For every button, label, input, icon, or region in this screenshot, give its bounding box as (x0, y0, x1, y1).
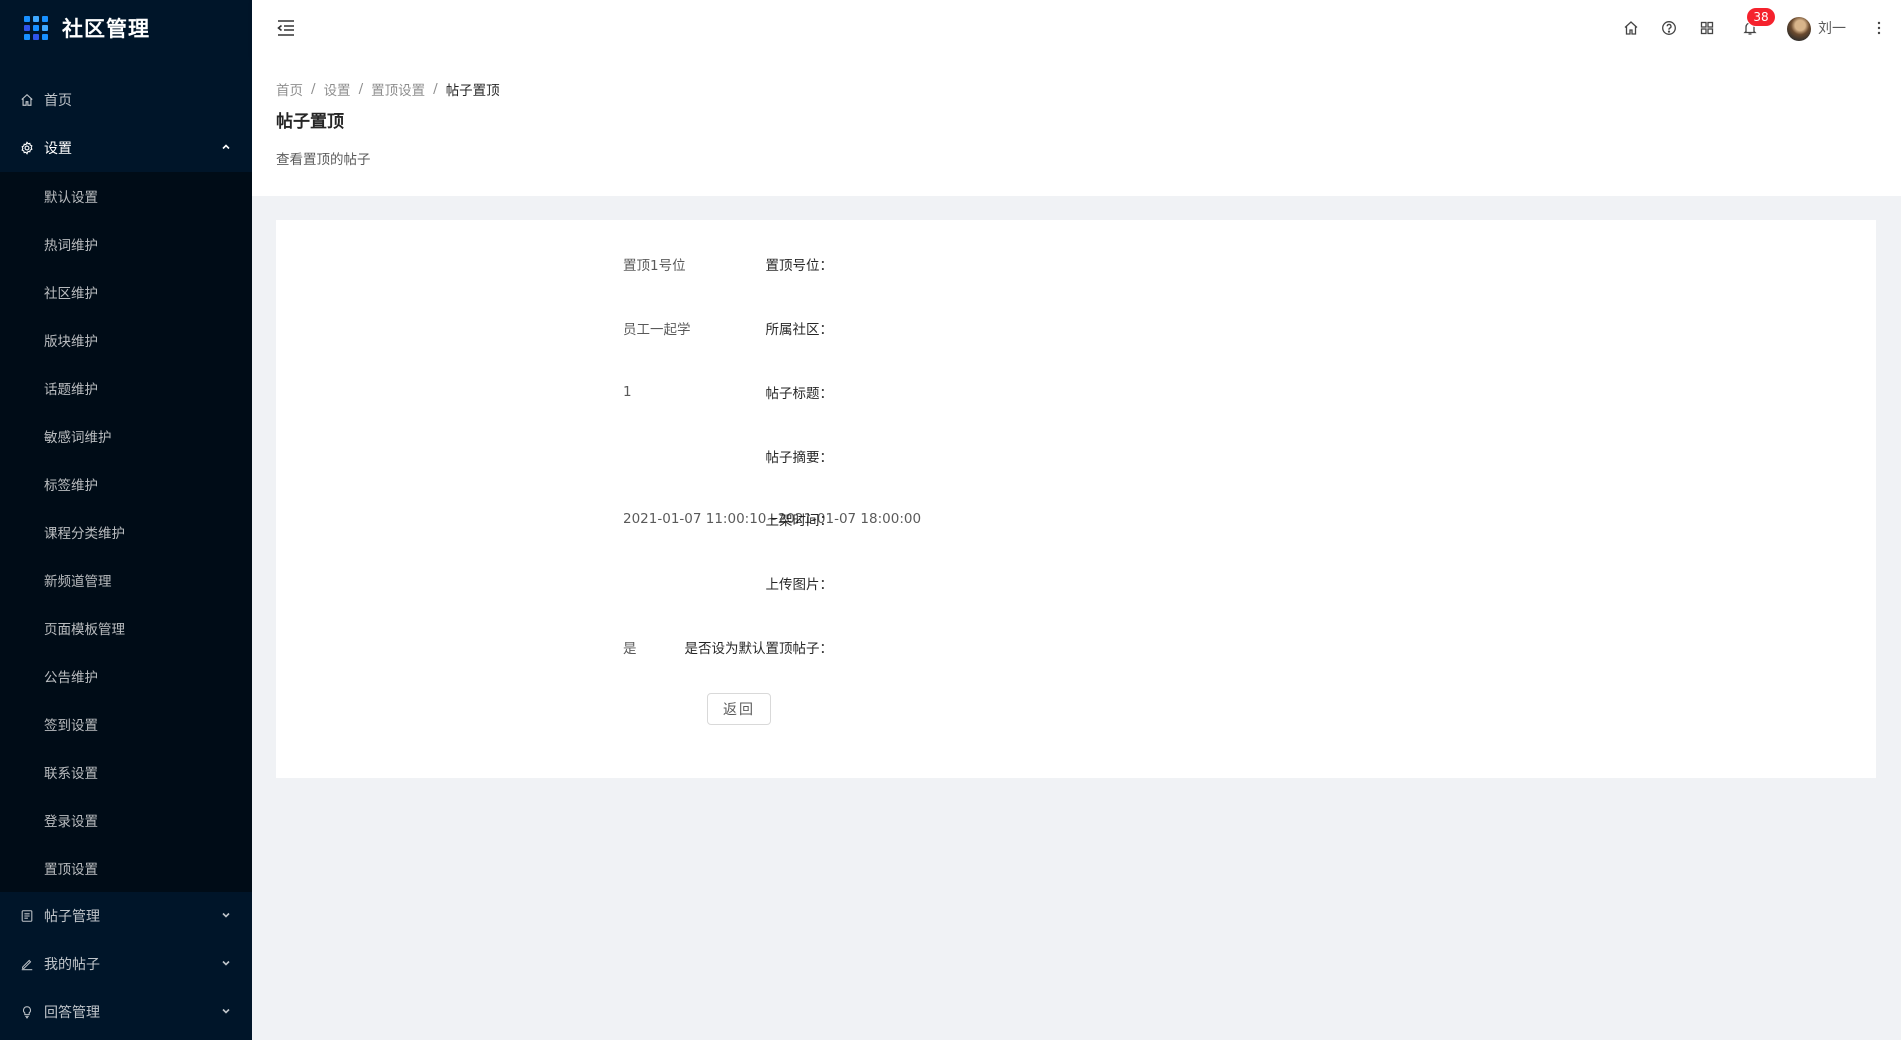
field-row-upload-image: 上传图片： (276, 572, 1876, 594)
home-icon[interactable] (1623, 20, 1639, 36)
file-text-icon (20, 909, 34, 923)
breadcrumb-separator: / (433, 81, 438, 97)
field-label: 所属社区： (765, 322, 834, 338)
field-row-default-pin: 是否设为默认置顶帖子： 是 (276, 636, 1876, 658)
detail-card: 置顶号位： 置顶1号位 所属社区： 员工一起学 帖子标题： 1 帖子摘要： 上架… (276, 220, 1876, 778)
top-header: 38 刘一 (252, 0, 1901, 58)
gear-icon (20, 141, 34, 155)
settings-submenu: 默认设置 热词维护 社区维护 版块维护 话题维护 敏感词维护 标签维护 课程分类… (0, 172, 252, 892)
sidebar-item-tags[interactable]: 标签维护 (0, 460, 252, 508)
sidebar: 社区管理 首页 设置 默认设置 热词维护 社区维护 版块维护 话题维护 敏感词维… (0, 0, 252, 1040)
page-description: 查看置顶的帖子 (276, 152, 371, 168)
sidebar-item-hot-words[interactable]: 热词维护 (0, 220, 252, 268)
apps-grid-icon (24, 16, 48, 40)
field-row-post-summary: 帖子摘要： (276, 445, 1876, 467)
question-circle-icon[interactable] (1661, 20, 1677, 36)
chevron-down-icon (220, 909, 232, 921)
field-label: 帖子标题： (765, 386, 834, 402)
bulb-icon (20, 1005, 34, 1019)
sidebar-item-community[interactable]: 社区维护 (0, 268, 252, 316)
breadcrumb-separator: / (311, 81, 316, 97)
breadcrumb-current: 帖子置顶 (445, 83, 500, 99)
sidebar-item-new-channels[interactable]: 新频道管理 (0, 556, 252, 604)
field-value: 2021-01-07 11:00:10~2021-01-07 18:00:00 (623, 511, 922, 527)
page-title: 帖子置顶 (276, 112, 344, 132)
sidebar-item-home[interactable]: 首页 (0, 76, 252, 124)
sidebar-item-label: 首页 (44, 93, 72, 109)
breadcrumb-settings[interactable]: 设置 (324, 79, 351, 99)
sidebar-item-pin-settings[interactable]: 置顶设置 (0, 844, 252, 892)
field-label: 上传图片： (765, 577, 834, 593)
field-value: 置顶1号位 (623, 258, 686, 274)
field-value: 员工一起学 (623, 322, 691, 338)
field-value: 是 (623, 641, 637, 657)
breadcrumb-separator: / (358, 81, 364, 97)
chevron-down-icon (220, 957, 232, 969)
sidebar-item-page-templates[interactable]: 页面模板管理 (0, 604, 252, 652)
page-header: 首页 / 设置 / 置顶设置 / 帖子置顶 帖子置顶 查看置顶的帖子 (252, 58, 1901, 196)
more-vertical-icon[interactable] (1876, 20, 1882, 36)
back-button[interactable]: 返回 (707, 693, 771, 725)
home-icon (20, 93, 34, 107)
sidebar-item-course-categories[interactable]: 课程分类维护 (0, 508, 252, 556)
field-row-listing-time: 上架时间： 2021-01-07 11:00:10~2021-01-07 18:… (276, 508, 1876, 530)
edit-icon (20, 957, 34, 971)
sidebar-item-settings[interactable]: 设置 (0, 124, 252, 172)
chevron-up-icon (220, 141, 232, 153)
field-label: 置顶号位： (765, 258, 834, 274)
sidebar-item-post-management[interactable]: 帖子管理 (0, 892, 252, 940)
notification-badge: 38 (1747, 8, 1775, 26)
app-title: 社区管理 (62, 17, 150, 41)
chevron-down-icon (220, 1005, 232, 1017)
sidebar-item-label: 帖子管理 (44, 909, 100, 925)
sidebar-item-label: 设置 (44, 141, 72, 157)
sidebar-item-announcements[interactable]: 公告维护 (0, 652, 252, 700)
sidebar-item-my-posts[interactable]: 我的帖子 (0, 940, 252, 988)
sidebar-menu: 首页 设置 默认设置 热词维护 社区维护 版块维护 话题维护 敏感词维护 标签维… (0, 76, 252, 1036)
field-row-post-title: 帖子标题： 1 (276, 381, 1876, 403)
appstore-icon[interactable] (1699, 20, 1715, 36)
sidebar-item-label: 回答管理 (44, 1005, 100, 1021)
field-row-community: 所属社区： 员工一起学 (276, 317, 1876, 339)
sidebar-item-sections[interactable]: 版块维护 (0, 316, 252, 364)
breadcrumb: 首页 / 设置 / 置顶设置 / 帖子置顶 (276, 78, 1877, 100)
sidebar-item-answer-management[interactable]: 回答管理 (0, 988, 252, 1036)
sidebar-item-sensitive-words[interactable]: 敏感词维护 (0, 412, 252, 460)
sidebar-item-contact-settings[interactable]: 联系设置 (0, 748, 252, 796)
sidebar-item-label: 我的帖子 (44, 957, 100, 973)
field-value: 1 (623, 384, 632, 400)
field-label: 是否设为默认置顶帖子： (684, 641, 834, 657)
avatar[interactable] (1787, 17, 1811, 41)
sidebar-item-login-settings[interactable]: 登录设置 (0, 796, 252, 844)
username[interactable]: 刘一 (1818, 18, 1846, 38)
menu-fold-icon[interactable] (276, 19, 296, 37)
breadcrumb-pin-settings[interactable]: 置顶设置 (371, 79, 425, 99)
sidebar-item-checkin-settings[interactable]: 签到设置 (0, 700, 252, 748)
sidebar-item-topics[interactable]: 话题维护 (0, 364, 252, 412)
logo[interactable]: 社区管理 (0, 0, 252, 56)
sidebar-item-default-settings[interactable]: 默认设置 (0, 172, 252, 220)
field-row-pin-position: 置顶号位： 置顶1号位 (276, 253, 1876, 275)
breadcrumb-home[interactable]: 首页 (276, 79, 303, 99)
field-label: 帖子摘要： (765, 450, 834, 466)
